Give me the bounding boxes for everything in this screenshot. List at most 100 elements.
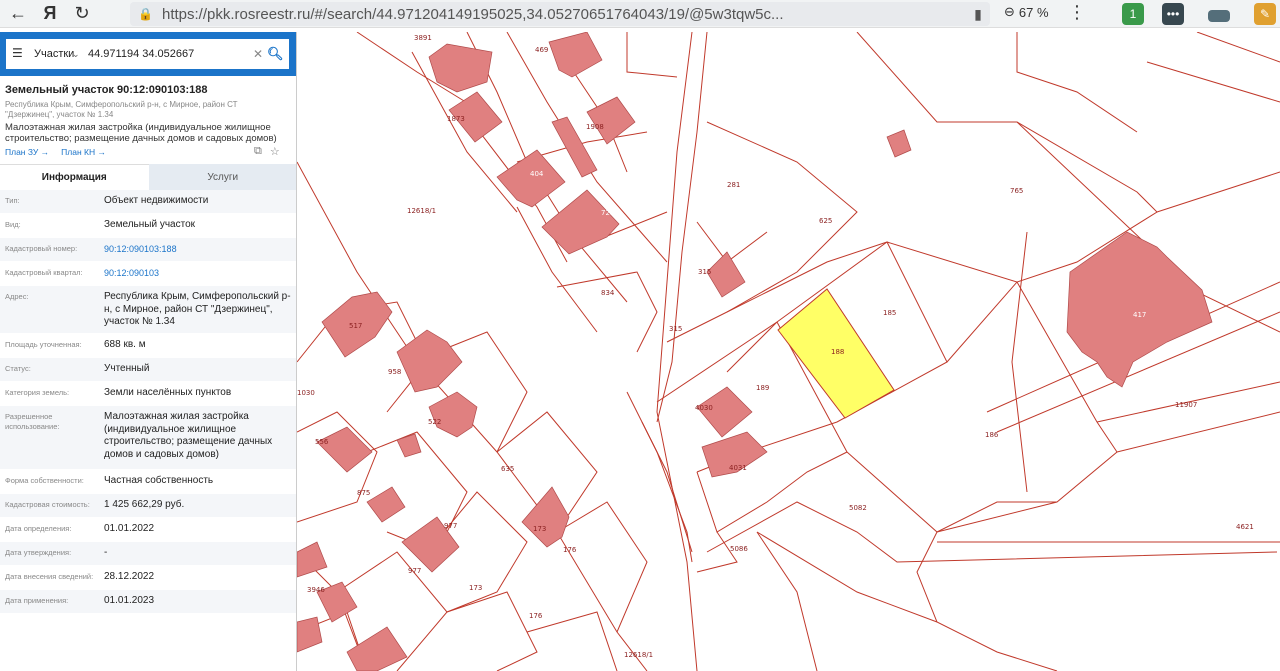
map-label: 3891	[414, 34, 432, 42]
zoom-indicator[interactable]: ⊖ 67 %	[1004, 4, 1049, 20]
search-box: ☰ Участки ⌄ ✕ 🔍︎	[6, 39, 289, 69]
info-row: Дата применения: 01.01.2023	[0, 590, 296, 614]
info-row: Кадастровый квартал: 90:12:090103	[0, 262, 296, 286]
zoom-icon: ⊖	[1004, 4, 1015, 19]
parcel-actions: ⧉ ☆	[254, 145, 280, 158]
buildings	[297, 32, 1213, 671]
info-label: Разрешенное использование:	[5, 412, 60, 431]
info-label: Дата применения:	[5, 596, 69, 605]
map-label: 5082	[849, 504, 867, 512]
reload-icon[interactable]: ↻	[68, 0, 96, 28]
info-label: Форма собственности:	[5, 476, 84, 485]
map-label: 1030	[297, 389, 315, 397]
map-label: 188	[831, 348, 844, 356]
map-label: 173	[469, 584, 482, 592]
info-panel: ☰ Участки ⌄ ✕ 🔍︎ Земельный участок 90:12…	[0, 32, 297, 671]
info-row: Площадь уточненная: 688 кв. м	[0, 334, 296, 358]
info-label: Дата внесения сведений:	[5, 572, 94, 581]
map-label: 721	[601, 209, 614, 217]
search-type-label: Участки	[34, 48, 75, 60]
map-label: 12618/1	[407, 207, 436, 215]
map-label: 5086	[730, 545, 748, 553]
map-label: 315	[698, 268, 711, 276]
info-value: 01.01.2022	[104, 523, 155, 534]
bookmark-icon[interactable]: ▮	[966, 6, 990, 23]
browser-menu-icon[interactable]: ⋮	[1068, 2, 1086, 23]
info-value: Республика Крым, Симферопольский р-н, с …	[104, 291, 291, 327]
plan-zu-link[interactable]: План ЗУ →	[5, 147, 49, 157]
info-label: Тип:	[5, 196, 20, 205]
cadastral-map[interactable]: 3891 469 12618/1 1873 1908 404 721 281 6…	[297, 32, 1280, 671]
map-label: 625	[819, 217, 832, 225]
info-row: Тип: Объект недвижимости	[0, 190, 296, 214]
map-label: 12618/1	[624, 651, 653, 659]
list-icon: ☰	[12, 46, 23, 60]
yandex-icon[interactable]: Я	[36, 0, 64, 28]
info-value: 1 425 662,29 руб.	[104, 499, 185, 510]
search-input[interactable]	[88, 48, 253, 60]
info-value: 28.12.2022	[104, 571, 155, 582]
map-label: 977	[408, 567, 421, 575]
info-value: 688 кв. м	[104, 339, 146, 350]
info-row: Дата определения: 01.01.2022	[0, 518, 296, 542]
info-value: Частная собственность	[104, 475, 214, 486]
info-row: Категория земель: Земли населённых пункт…	[0, 382, 296, 406]
search-bar: ☰ Участки ⌄ ✕ 🔍︎	[0, 32, 296, 76]
extension-chat-icon[interactable]: •••	[1162, 3, 1184, 25]
map-label: 522	[428, 418, 441, 426]
chevron-down-icon[interactable]: ⌄	[72, 49, 88, 60]
map-label: 4621	[1236, 523, 1254, 531]
back-icon[interactable]: ←	[4, 0, 32, 28]
star-icon[interactable]: ☆	[270, 145, 280, 158]
info-row: Адрес: Республика Крым, Симферопольский …	[0, 286, 296, 334]
map-canvas[interactable]: 3891 469 12618/1 1873 1908 404 721 281 6…	[297, 32, 1280, 671]
tab-services[interactable]: Услуги	[148, 164, 296, 190]
info-row: Кадастровый номер: 90:12:090103:188	[0, 238, 296, 262]
search-type-select[interactable]: ☰ Участки	[6, 46, 75, 60]
map-label: 11907	[1175, 401, 1197, 409]
map-label: 875	[357, 489, 370, 497]
info-label: Адрес:	[5, 292, 29, 301]
map-label: 4030	[695, 404, 713, 412]
info-row: Форма собственности: Частная собственнос…	[0, 470, 296, 494]
map-label: 185	[883, 309, 896, 317]
info-label: Площадь уточненная:	[5, 340, 82, 349]
map-label: 417	[1133, 311, 1146, 319]
share-icon[interactable]: ⧉	[254, 145, 262, 158]
tab-info[interactable]: Информация	[0, 164, 149, 190]
map-label: 765	[1010, 187, 1023, 195]
info-value: 01.01.2023	[104, 595, 155, 606]
map-label: 315	[669, 325, 682, 333]
info-label: Кадастровый номер:	[5, 244, 78, 253]
info-label: Кадастровый квартал:	[5, 268, 83, 277]
parcel-usage: Малоэтажная жилая застройка (индивидуаль…	[5, 122, 277, 144]
info-label: Дата определения:	[5, 524, 72, 533]
extension-shield-icon[interactable]: 1	[1122, 3, 1144, 25]
extension-brush-icon[interactable]: ✎	[1254, 3, 1276, 25]
map-label: 176	[563, 546, 577, 554]
info-label: Вид:	[5, 220, 21, 229]
map-label: 958	[388, 368, 401, 376]
info-value: Учтенный	[104, 363, 150, 374]
map-label: 977	[444, 522, 457, 530]
info-label: Категория земель:	[5, 388, 70, 397]
info-row: Кадастровая стоимость: 1 425 662,29 руб.	[0, 494, 296, 518]
info-row: Вид: Земельный участок	[0, 214, 296, 238]
plan-kn-link[interactable]: План КН →	[61, 147, 106, 157]
address-url[interactable]: https://pkk.rosreestr.ru/#/search/44.971…	[162, 6, 966, 23]
map-label: 635	[501, 465, 514, 473]
map-label: 281	[727, 181, 740, 189]
clear-icon[interactable]: ✕	[253, 47, 267, 61]
info-row: Дата утверждения: -	[0, 542, 296, 566]
cadastral-number-link[interactable]: 90:12:090103:188	[100, 238, 296, 261]
search-icon[interactable]: 🔍︎	[267, 46, 289, 62]
info-value: Малоэтажная жилая застройка (индивидуаль…	[104, 411, 273, 460]
map-label: 1908	[586, 123, 604, 131]
map-label: 1873	[447, 115, 465, 123]
extension-tray-icon[interactable]	[1208, 10, 1230, 22]
address-bar[interactable]: 🔒 https://pkk.rosreestr.ru/#/search/44.9…	[130, 2, 990, 26]
cadastral-quarter-link[interactable]: 90:12:090103	[100, 262, 296, 285]
lock-icon: 🔒	[138, 7, 153, 21]
map-label: 189	[756, 384, 769, 392]
map-label: 404	[530, 170, 544, 178]
